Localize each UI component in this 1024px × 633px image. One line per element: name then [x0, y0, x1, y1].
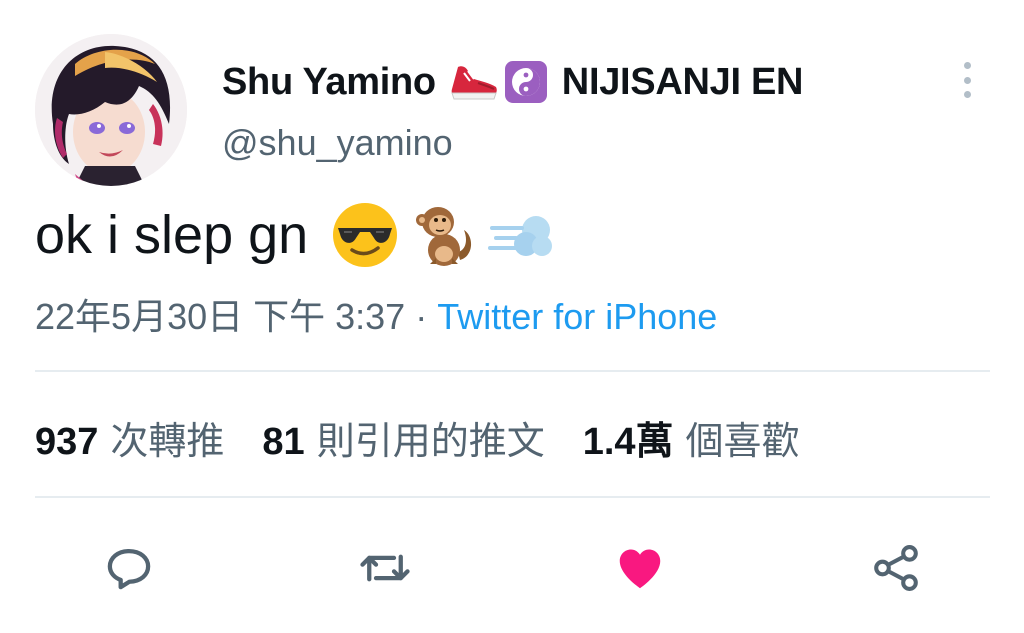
dot — [963, 76, 971, 84]
share-icon — [874, 545, 918, 591]
quotes-stat[interactable]: 81 則引用的推文 — [262, 410, 544, 465]
likes-label: 個喜歡 — [685, 421, 800, 463]
retweets-label: 次轉推 — [110, 421, 225, 463]
tweet-meta: 22年5月30日 下午 3:37 · Twitter for iPhone — [35, 288, 717, 340]
retweet-button[interactable] — [357, 540, 413, 596]
dash-emoji-icon — [486, 200, 556, 270]
dot — [963, 91, 971, 98]
heart-icon — [619, 549, 661, 589]
reply-button[interactable] — [101, 540, 157, 596]
tweet-text-content: ok i slep gn — [35, 205, 309, 265]
tweet-timestamp[interactable]: 22年5月30日 下午 3:37 — [35, 296, 405, 337]
sneaker-emoji-icon — [448, 59, 500, 105]
share-button[interactable] — [868, 540, 924, 596]
sunglasses-face-emoji-icon — [330, 200, 400, 270]
dot — [963, 62, 971, 69]
likes-stat[interactable]: 1.4萬 個喜歡 — [583, 410, 800, 465]
avatar[interactable] — [35, 34, 187, 186]
retweets-count: 937 — [35, 421, 99, 463]
tweet-text: ok i slep gn — [35, 200, 564, 270]
meta-separator: · — [405, 296, 438, 337]
author-display-name[interactable]: Shu Yamino — [222, 61, 436, 104]
tweet-stats: 937 次轉推 81 則引用的推文 1.4萬 個喜歡 — [35, 410, 838, 465]
divider-top — [35, 370, 990, 372]
author-name-row[interactable]: Shu Yamino NIJISANJI EN — [222, 56, 803, 108]
monkey-emoji-icon — [408, 200, 478, 270]
like-button[interactable] — [612, 540, 668, 596]
author-affiliation[interactable]: NIJISANJI EN — [562, 61, 804, 104]
tweet-source-link[interactable]: Twitter for iPhone — [437, 296, 717, 337]
avatar-image — [35, 34, 187, 186]
reply-icon — [107, 548, 151, 590]
retweets-stat[interactable]: 937 次轉推 — [35, 410, 224, 465]
divider-bottom — [35, 496, 990, 498]
quotes-label: 則引用的推文 — [316, 421, 545, 463]
quotes-count: 81 — [262, 421, 305, 463]
retweet-icon — [360, 554, 410, 582]
tweet-emojis — [330, 200, 564, 270]
tweet-actions — [0, 540, 1024, 596]
yin-yang-emoji-icon — [504, 60, 548, 104]
more-options-icon[interactable] — [950, 58, 984, 102]
likes-count: 1.4萬 — [582, 421, 674, 463]
author-handle[interactable]: @shu_yamino — [222, 122, 453, 164]
